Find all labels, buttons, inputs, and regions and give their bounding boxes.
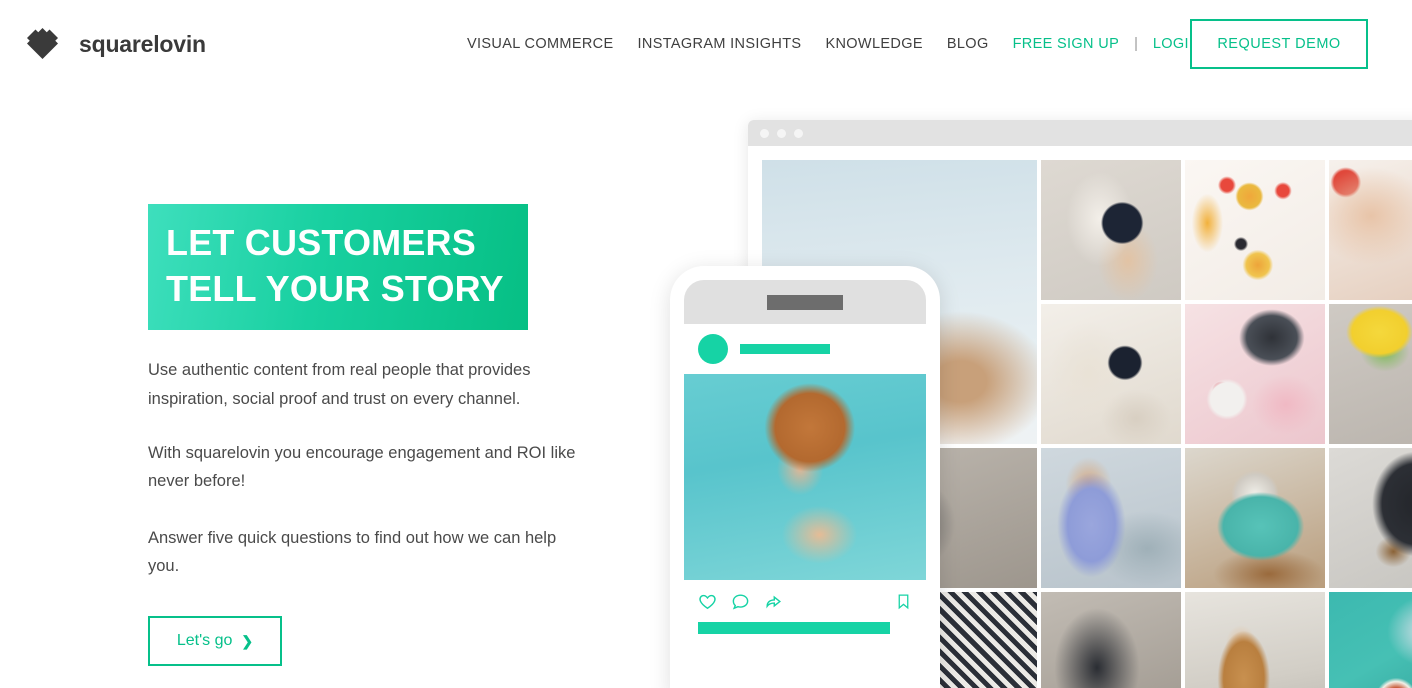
photo-image	[1185, 448, 1325, 588]
photo-image	[1329, 592, 1412, 688]
photo-image	[1329, 304, 1412, 444]
nav-item-blog[interactable]: BLOG	[935, 36, 1001, 52]
phone-post-actions	[684, 580, 926, 622]
browser-dot-minimize	[777, 128, 786, 138]
squarelovin-diamond-heart-logo-icon	[20, 22, 65, 67]
phone-app-header	[684, 280, 926, 324]
photo-tile-man-side-profile-partial[interactable]	[1041, 592, 1181, 688]
browser-dot-maximize	[794, 128, 803, 138]
nav-item-knowledge[interactable]: KNOWLEDGE	[813, 36, 934, 52]
photo-image	[1041, 592, 1181, 688]
photo-image	[1329, 448, 1412, 588]
photo-tile-hand-with-red-berries[interactable]	[1329, 160, 1412, 300]
browser-dot-close	[760, 128, 769, 138]
nav-item-instagram-insights[interactable]: INSTAGRAM INSIGHTS	[626, 36, 814, 52]
photo-tile-teal-table-acai-bowl-watch[interactable]	[1329, 592, 1412, 688]
brand-logo-link[interactable]: squarelovin	[20, 22, 206, 67]
brand-name: squarelovin	[79, 31, 206, 57]
photo-tile-man-leather-jacket-black-watch[interactable]	[1329, 448, 1412, 588]
lets-go-label: Let's go	[176, 632, 233, 650]
phone-mockup	[670, 266, 940, 688]
nav-item-free-sign-up[interactable]: FREE SIGN UP	[1001, 36, 1132, 52]
phone-post-header	[684, 324, 926, 374]
photo-image	[1185, 304, 1325, 444]
lets-go-button[interactable]: Let's go ❯	[148, 616, 282, 667]
username-placeholder	[740, 344, 830, 354]
hero-paragraph-1: Use authentic content from real people t…	[148, 361, 531, 408]
headline-line-2: TELL YOUR STORY	[166, 268, 504, 310]
phone-post-photo-pig-swimming	[684, 374, 926, 580]
photo-tile-flatlay-fruit-waffles-breakfast[interactable]	[1185, 160, 1325, 300]
page-title: LET CUSTOMERS TELL YOUR STORY	[148, 204, 528, 331]
chevron-right-icon: ❯	[241, 632, 254, 649]
browser-title-bar	[748, 120, 1412, 146]
photo-tile-yellow-tulip-checkered-shoes[interactable]	[1329, 304, 1412, 444]
phone-screen	[684, 280, 926, 688]
request-demo-button[interactable]: REQUEST DEMO	[1190, 19, 1368, 69]
photo-tile-woman-blue-top-mountain-view[interactable]	[1041, 448, 1181, 588]
nav-item-visual-commerce[interactable]: VISUAL COMMERCE	[455, 36, 626, 52]
heart-icon[interactable]	[698, 592, 717, 611]
photo-tile-woman-sunglasses-city-street[interactable]	[1185, 592, 1325, 688]
hero-content: LET CUSTOMERS TELL YOUR STORY Use authen…	[148, 204, 588, 667]
hero-paragraph-3: Answer five quick questions to find out …	[148, 528, 557, 576]
photo-image	[1041, 448, 1181, 588]
share-icon[interactable]	[764, 592, 783, 611]
hero-paragraph-2: With squarelovin you encourage engagemen…	[148, 443, 576, 491]
phone-title-placeholder	[767, 294, 843, 310]
photo-image	[1041, 160, 1181, 300]
photo-tile-laptop-desk-pink-dessert[interactable]	[1185, 304, 1325, 444]
bookmark-icon[interactable]	[895, 592, 912, 611]
caption-placeholder	[698, 622, 890, 634]
comment-icon[interactable]	[731, 592, 750, 611]
headline-line-1: LET CUSTOMERS	[166, 222, 476, 263]
photo-image	[1041, 304, 1181, 444]
site-header: squarelovin VISUAL COMMERCE INSTAGRAM INS…	[0, 0, 1412, 88]
photo-tile-black-watch-on-wrist-white-sweater[interactable]	[1041, 160, 1181, 300]
photo-image	[1185, 160, 1325, 300]
main-navigation: VISUAL COMMERCE INSTAGRAM INSIGHTS KNOWLED…	[455, 0, 1212, 88]
photo-image	[1185, 592, 1325, 688]
phone-post-caption	[684, 622, 926, 634]
photo-tile-puppy-in-teal-bowl[interactable]	[1185, 448, 1325, 588]
nav-separator: |	[1134, 36, 1138, 52]
photo-image	[1329, 160, 1412, 300]
photo-tile-knit-sweater-watch-flatlay[interactable]	[1041, 304, 1181, 444]
avatar	[698, 334, 728, 364]
